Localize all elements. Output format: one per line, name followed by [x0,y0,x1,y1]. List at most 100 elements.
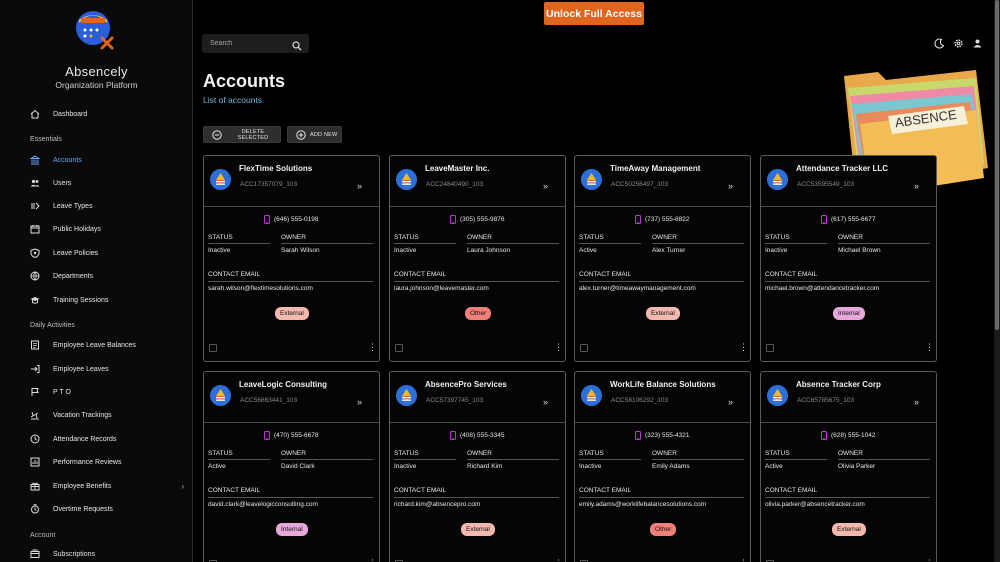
double-chevron-right-icon[interactable]: » [914,181,919,191]
search-input[interactable] [210,40,290,47]
account-card[interactable]: WorkLife Balance Solutions ACC58106292_1… [574,371,751,562]
sidebar-item-label: Employee Leaves [53,365,109,373]
account-id: ACC58106292_103 [611,397,669,404]
contact-email-value: david.clark@leavelogicconsulting.com [208,501,318,508]
account-name: TimeAway Management [610,164,701,173]
sidebar-item-label: Public Holidays [53,225,101,233]
status-label: STATUS [394,450,419,457]
contact-email-value: laura.johnson@leavemaster.com [394,285,489,292]
email-underline [208,281,373,282]
more-options-icon[interactable]: ⋮ [739,343,748,352]
owner-label: OWNER [652,234,677,241]
page-title: Accounts [203,71,286,91]
select-checkbox[interactable] [395,344,403,352]
select-checkbox[interactable] [766,344,774,352]
sidebar-item-label: Overtime Requests [53,505,113,513]
email-underline [394,281,559,282]
leave-types-icon [30,201,40,211]
select-checkbox[interactable] [580,344,588,352]
account-phone: (628) 555-1042 [821,430,875,440]
gear-icon[interactable] [952,37,964,49]
sidebar-item-vacation-trackings[interactable]: Vacation Trackings [30,406,190,424]
status-underline [208,243,270,244]
sidebar-item-employee-leaves[interactable]: Employee Leaves [30,360,190,378]
owner-value: Richard Kim [467,463,503,470]
search-box [202,34,309,53]
sidebar-item-performance-reviews[interactable]: Performance Reviews [30,453,190,471]
sidebar-item-dashboard[interactable]: Dashboard [30,105,190,123]
account-card[interactable]: LeaveLogic Consulting ACC56863441_103 » … [203,371,380,562]
account-card[interactable]: Absence Tracker Corp ACC65785675_103 » (… [760,371,937,562]
account-avatar [767,169,788,190]
account-card[interactable]: LeaveMaster Inc. ACC24840490_103 » (305)… [389,155,566,362]
account-avatar [396,385,417,406]
moon-icon[interactable] [933,37,945,49]
subscription-icon [30,549,40,559]
double-chevron-right-icon[interactable]: » [357,181,362,191]
scrollbar-thumb[interactable] [995,0,999,330]
account-phone-value: (323) 555-4321 [645,431,690,439]
account-phone: (737) 555-8822 [635,214,689,224]
card-divider [204,206,379,207]
account-avatar [210,385,231,406]
select-checkbox[interactable] [209,344,217,352]
sidebar-item-employee-benefits[interactable]: Employee Benefits › [30,477,190,495]
sidebar-item-leave-types[interactable]: Leave Types [30,197,190,215]
minus-circle-icon [212,129,222,140]
more-options-icon[interactable]: ⋮ [368,343,377,352]
page-scrollbar[interactable] [994,0,1000,562]
double-chevron-right-icon[interactable]: » [357,397,362,407]
sidebar-item-attendance-records[interactable]: Attendance Records [30,430,190,448]
sidebar-item-overtime-requests[interactable]: Overtime Requests [30,500,190,518]
account-card[interactable]: Attendance Tracker LLC ACC53595549_103 »… [760,155,937,362]
account-card[interactable]: TimeAway Management ACC50256497_103 » (7… [574,155,751,362]
sidebar-item-leave-policies[interactable]: Leave Policies [30,244,190,262]
account-phone: (617) 555-6677 [821,214,875,224]
page-subtitle: List of accounts [203,95,263,105]
account-type-badge: External [275,307,309,320]
account-type-badge: Other [650,523,677,536]
sidebar-item-training-sessions[interactable]: Training Sessions [30,291,190,309]
double-chevron-right-icon[interactable]: » [728,397,733,407]
more-options-icon[interactable]: ⋮ [925,343,934,352]
email-underline [765,281,930,282]
status-value: Active [579,247,597,254]
double-chevron-right-icon[interactable]: » [543,397,548,407]
double-chevron-right-icon[interactable]: » [543,181,548,191]
sidebar-item-subscriptions[interactable]: Subscriptions [30,545,190,562]
status-value: Active [765,463,783,470]
email-underline [579,281,744,282]
search-icon[interactable] [292,38,302,56]
status-value: Inactive [208,247,231,254]
bank-icon [30,155,40,165]
contact-email-value: alex.turner@timeawaymanagement.com [579,285,696,292]
unlock-full-access-button[interactable]: Unlock Full Access [544,2,644,25]
account-card[interactable]: FlexTime Solutions ACC17357079_103 » (64… [203,155,380,362]
sidebar-item-label: Dashboard [53,110,88,118]
sidebar-item-pto[interactable]: P T O [30,383,190,401]
account-card[interactable]: AbsencePro Services ACC57397745_103 » (4… [389,371,566,562]
overtime-icon [30,504,40,514]
owner-value: Michael Brown [838,247,881,254]
double-chevron-right-icon[interactable]: » [914,397,919,407]
more-options-icon[interactable]: ⋮ [554,343,563,352]
sidebar-item-accounts[interactable]: Accounts [30,151,190,169]
phone-icon [450,430,456,440]
delete-selected-button[interactable]: DELETE SELECTED [203,126,281,143]
add-new-button[interactable]: ADD NEW [287,126,342,143]
sidebar-item-users[interactable]: Users [30,174,190,192]
double-chevron-right-icon[interactable]: » [728,181,733,191]
section-label-daily-activities: Daily Activities [30,322,75,329]
calendar-icon [30,224,40,234]
section-label-essentials: Essentials [30,136,62,143]
status-underline [394,459,456,460]
user-icon[interactable] [971,37,983,49]
leaves-icon [30,364,40,374]
sidebar-item-employee-leave-balances[interactable]: Employee Leave Balances [30,336,190,354]
sidebar-item-public-holidays[interactable]: Public Holidays [30,220,190,238]
vacation-icon [30,410,40,420]
section-label-account: Account [30,532,56,539]
card-divider [390,206,565,207]
sidebar-item-departments[interactable]: Departments [30,267,190,285]
sidebar-item-label: Departments [53,272,94,280]
